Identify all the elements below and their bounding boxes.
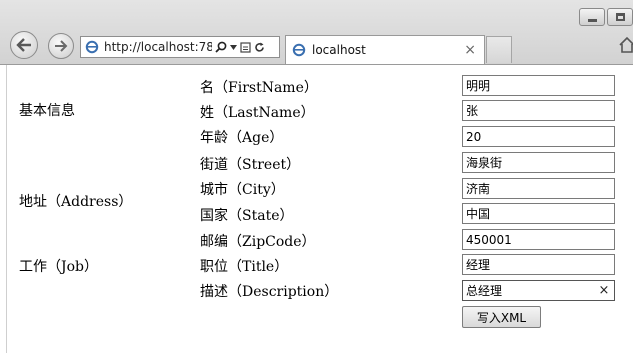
zipcode-input[interactable] bbox=[462, 229, 615, 250]
label-title: 职位（Title） bbox=[200, 259, 289, 275]
state-input[interactable] bbox=[462, 203, 615, 224]
dropdown-arrow-icon[interactable] bbox=[230, 44, 237, 50]
lastname-input[interactable] bbox=[462, 100, 615, 121]
search-icon[interactable] bbox=[215, 41, 227, 53]
write-xml-button[interactable]: 写入XML bbox=[462, 306, 541, 328]
tab-title: localhost bbox=[312, 43, 366, 57]
compatibility-view-icon[interactable] bbox=[240, 41, 251, 53]
browser-chrome: http://localhost:78 localhost × bbox=[0, 0, 633, 65]
back-arrow-icon bbox=[16, 38, 31, 52]
ie-page-icon bbox=[84, 39, 100, 55]
label-age: 年龄（Age） bbox=[200, 130, 284, 146]
group-label-job: 工作（Job） bbox=[19, 259, 99, 275]
group-label-address: 地址（Address） bbox=[19, 194, 133, 210]
label-street: 街道（Street） bbox=[200, 157, 301, 173]
tab-close-icon[interactable]: × bbox=[464, 42, 476, 58]
page-left-border bbox=[6, 65, 7, 353]
address-bar[interactable]: http://localhost:78 bbox=[80, 36, 280, 58]
minimize-button[interactable] bbox=[579, 8, 605, 26]
ie-tab-icon bbox=[292, 43, 306, 57]
refresh-icon[interactable] bbox=[254, 42, 265, 53]
home-icon[interactable] bbox=[619, 36, 633, 54]
maximize-button[interactable] bbox=[607, 8, 633, 26]
title-input[interactable] bbox=[462, 254, 615, 275]
clear-input-icon[interactable]: × bbox=[597, 281, 611, 300]
label-state: 国家（State） bbox=[200, 208, 294, 224]
forward-arrow-icon bbox=[55, 40, 68, 52]
forward-button[interactable] bbox=[48, 33, 74, 59]
group-label-basic-info: 基本信息 bbox=[19, 103, 75, 119]
back-button[interactable] bbox=[10, 31, 38, 59]
label-lastname: 姓（LastName） bbox=[200, 105, 315, 121]
tab-localhost[interactable]: localhost × bbox=[285, 35, 485, 64]
address-url[interactable]: http://localhost:78 bbox=[104, 40, 212, 54]
label-description: 描述（Description） bbox=[200, 284, 339, 300]
label-firstname: 名（FirstName） bbox=[200, 80, 318, 96]
new-tab-button[interactable] bbox=[486, 36, 512, 63]
window-controls bbox=[579, 8, 633, 26]
firstname-input[interactable] bbox=[462, 75, 615, 96]
street-input[interactable] bbox=[462, 152, 615, 173]
age-input[interactable] bbox=[462, 126, 615, 147]
label-zipcode: 邮编（ZipCode） bbox=[200, 234, 316, 250]
city-input[interactable] bbox=[462, 178, 615, 199]
label-city: 城市（City） bbox=[200, 182, 285, 198]
description-input[interactable] bbox=[462, 280, 615, 301]
